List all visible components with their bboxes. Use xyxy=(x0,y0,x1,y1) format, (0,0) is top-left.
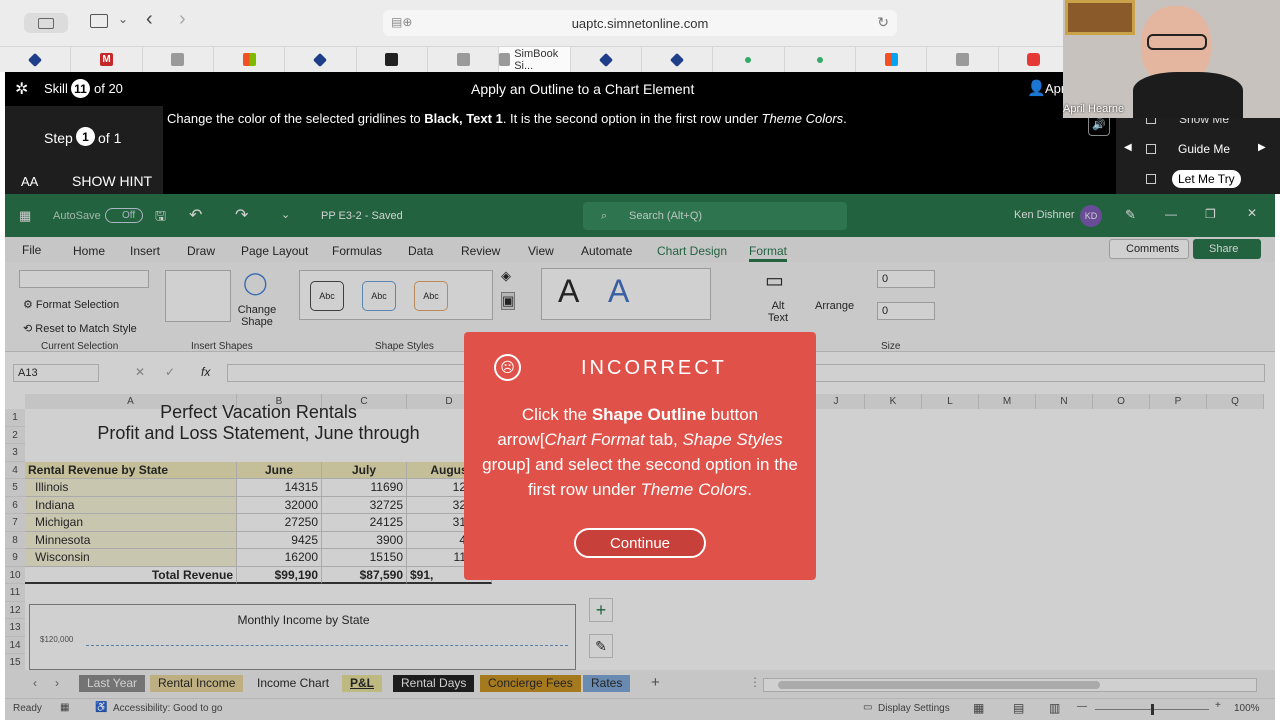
mcgraw-icon: M xyxy=(99,53,113,66)
s-icon xyxy=(955,53,969,66)
feedback-dialog: ☹ INCORRECT Click the Shape Outline butt… xyxy=(464,332,816,580)
show-hint-button[interactable]: SHOW HINT xyxy=(72,173,152,189)
browser-tab[interactable] xyxy=(357,47,428,72)
message-part: . xyxy=(747,480,752,499)
browser-tab[interactable] xyxy=(642,47,714,72)
url-text: uaptc.simnetonline.com xyxy=(571,15,709,31)
step-label: Step xyxy=(44,130,73,146)
instruction-panel: Change the color of the selected gridlin… xyxy=(163,106,1116,194)
s-icon xyxy=(456,53,470,66)
dot-icon xyxy=(816,56,823,63)
browser-tab[interactable] xyxy=(856,47,928,72)
step-number: 1 xyxy=(76,127,95,146)
step-panel: Step 1 of 1 AA SHOW HINT xyxy=(5,106,163,194)
address-bar[interactable]: ▤⊕ uaptc.simnetonline.com ↻ xyxy=(383,10,897,36)
browser-tab[interactable] xyxy=(571,47,642,72)
dot-icon xyxy=(745,56,752,63)
instruction-bold: Black, Text 1 xyxy=(424,111,503,126)
back-button[interactable]: ‹ xyxy=(146,8,153,31)
browser-tab[interactable] xyxy=(785,47,856,72)
glasses xyxy=(1147,34,1207,50)
webcam-name: April Hearne xyxy=(1063,103,1125,115)
browser-tab[interactable] xyxy=(0,47,72,72)
message-part: Click the xyxy=(521,405,592,424)
simnet-icon xyxy=(313,52,328,67)
browser-tab[interactable] xyxy=(428,47,500,72)
tab-overview-icon[interactable] xyxy=(90,14,108,28)
mode-checkbox[interactable] xyxy=(1146,144,1156,154)
dialog-title: INCORRECT xyxy=(581,357,727,379)
s-icon xyxy=(171,53,185,66)
simnet-icon xyxy=(28,52,43,67)
bug-icon[interactable]: ✲ xyxy=(15,79,28,99)
message-italic: Theme Colors xyxy=(640,480,748,499)
browser-tab-active[interactable]: SimBook Si... xyxy=(499,47,571,72)
skill-label: Skill xyxy=(44,81,68,96)
sad-face-icon: ☹ xyxy=(494,354,521,381)
person-shirt xyxy=(1133,72,1243,118)
mode-panel: 🔊 Show Me ◀ Guide Me ▶ Let Me Try xyxy=(1088,106,1280,194)
instruction-text: Change the color of the selected gridlin… xyxy=(167,111,847,126)
message-italic: Shape Styles xyxy=(682,430,783,449)
microsoft-icon xyxy=(242,53,256,66)
instruction-part: . xyxy=(843,111,847,126)
browser-tab[interactable]: M xyxy=(71,47,143,72)
s-icon xyxy=(499,53,511,66)
dialog-message: Click the Shape Outline button arrow[Cha… xyxy=(478,402,802,502)
instruction-italic: Theme Colors xyxy=(761,111,844,126)
message-italic: Chart Format xyxy=(544,430,645,449)
text-size-button[interactable]: AA xyxy=(21,174,38,189)
reload-icon[interactable]: ↻ xyxy=(877,14,889,31)
user-icon[interactable]: 👤 xyxy=(1027,79,1046,97)
browser-tab[interactable] xyxy=(999,47,1070,72)
sidebar-icon xyxy=(38,18,54,29)
forward-button[interactable]: › xyxy=(179,8,186,31)
painting-image xyxy=(1065,0,1135,35)
microsoft-icon xyxy=(884,53,898,66)
browser-tab[interactable] xyxy=(214,47,286,72)
browser-tab[interactable] xyxy=(285,47,357,72)
message-bold: Shape Outline xyxy=(591,405,707,424)
page-menu-icon[interactable]: ▤⊕ xyxy=(391,15,412,29)
continue-button[interactable]: Continue xyxy=(574,528,706,558)
skill-title: Apply an Outline to a Chart Element xyxy=(471,81,695,97)
fb-icon xyxy=(385,53,399,66)
browser-tab[interactable] xyxy=(713,47,785,72)
caret-left-icon[interactable]: ◀ xyxy=(1124,142,1132,153)
skill-number: 11 xyxy=(71,79,90,98)
browser-tab[interactable] xyxy=(927,47,999,72)
message-part: tab, xyxy=(644,430,683,449)
skill-bar: ✲ Skill 11 of 20 Apply an Outline to a C… xyxy=(5,72,1070,106)
mode-checkbox[interactable] xyxy=(1146,174,1156,184)
step-total: of 1 xyxy=(98,130,122,146)
skill-total: of 20 xyxy=(94,81,123,96)
mode-let-me-try[interactable]: Let Me Try xyxy=(1172,170,1241,188)
instruction-part: . It is the second option in the first r… xyxy=(502,111,762,126)
simnet-icon xyxy=(598,52,613,67)
mode-guide-me[interactable]: Guide Me xyxy=(1178,142,1230,156)
instruction-part: Change the color of the selected gridlin… xyxy=(167,111,425,126)
simnet-icon xyxy=(670,52,685,67)
sidebar-toggle-button[interactable] xyxy=(24,13,68,33)
tab-title: SimBook Si... xyxy=(514,47,559,72)
webcam-video: April Hearne xyxy=(1063,0,1280,118)
browser-tab-strip: M SimBook Si... xyxy=(0,46,1070,72)
browser-tab[interactable] xyxy=(143,47,214,72)
chevron-down-icon[interactable]: ⌄ xyxy=(118,12,128,26)
youtube-icon xyxy=(1027,53,1041,66)
caret-right-icon[interactable]: ▶ xyxy=(1258,142,1266,153)
